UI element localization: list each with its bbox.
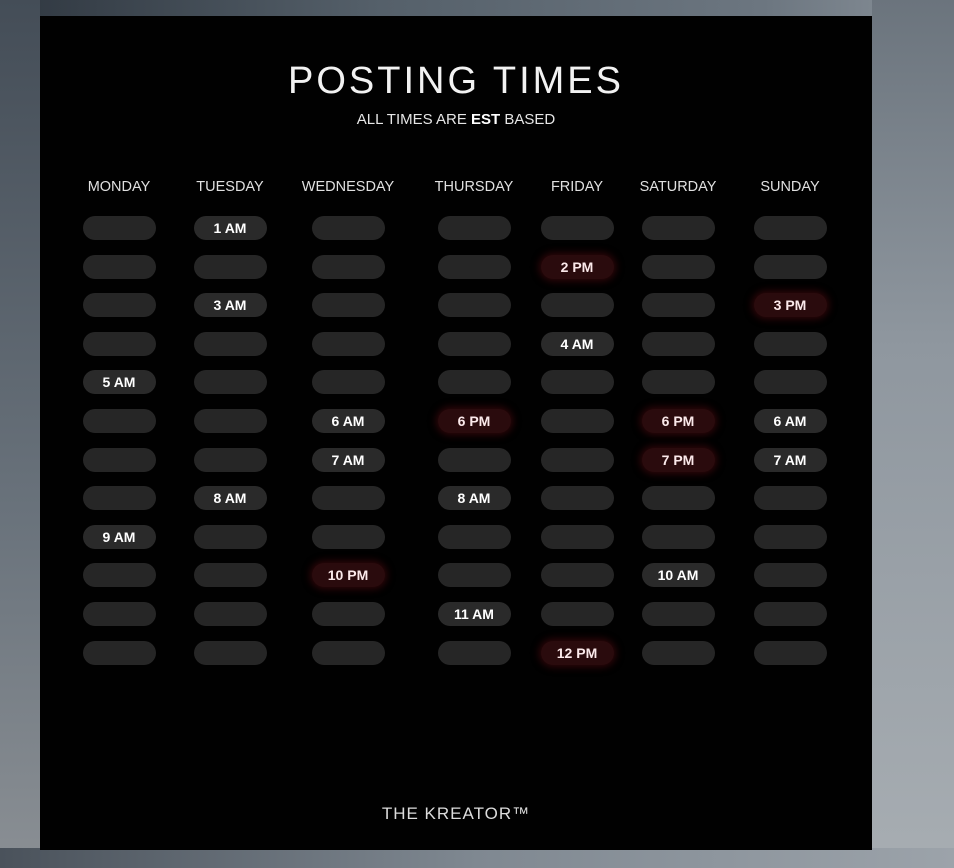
time-slot: 6 PM xyxy=(641,409,715,433)
empty-slot xyxy=(641,254,715,279)
time-slot: 1 AM xyxy=(193,216,267,240)
empty-slot xyxy=(82,409,156,433)
empty-slot xyxy=(311,370,385,395)
empty-slot xyxy=(641,640,715,665)
empty-slot xyxy=(311,331,385,356)
empty-slot xyxy=(82,486,156,511)
timezone-note-suffix: BASED xyxy=(504,111,556,128)
empty-slot xyxy=(311,486,385,511)
day-label-sunday: SUNDAY xyxy=(760,179,820,195)
empty-slot xyxy=(437,216,511,240)
time-slot: 5 AM xyxy=(82,370,156,395)
background-left xyxy=(0,0,40,868)
empty-slot xyxy=(540,486,614,511)
time-slot: 3 PM xyxy=(753,293,827,318)
empty-slot xyxy=(753,254,827,279)
empty-slot xyxy=(82,293,156,318)
empty-slot xyxy=(641,602,715,626)
empty-slot xyxy=(193,254,267,279)
empty-slot xyxy=(311,293,385,318)
empty-slot xyxy=(193,370,267,395)
brand-footer: THE KREATOR™ xyxy=(381,804,531,823)
time-slot: 4 AM xyxy=(540,331,614,356)
empty-slot xyxy=(540,216,614,240)
empty-slot xyxy=(540,602,614,626)
empty-slot xyxy=(753,370,827,395)
empty-slot xyxy=(540,409,614,433)
background-top xyxy=(0,0,954,16)
empty-slot xyxy=(193,447,267,472)
empty-slot xyxy=(540,563,614,588)
empty-slot xyxy=(311,602,385,626)
time-slot: 11 AM xyxy=(437,602,511,626)
page-title: POSTING TIMES xyxy=(287,60,624,102)
time-slot: 10 PM xyxy=(311,563,385,588)
empty-slot xyxy=(641,293,715,318)
empty-slot xyxy=(540,293,614,318)
empty-slot xyxy=(753,640,827,665)
time-slot: 6 PM xyxy=(437,409,511,433)
empty-slot xyxy=(311,524,385,549)
time-slot: 7 PM xyxy=(641,447,715,472)
empty-slot xyxy=(437,254,511,279)
time-slot: 7 AM xyxy=(753,447,827,472)
empty-slot xyxy=(311,254,385,279)
empty-slot xyxy=(437,524,511,549)
time-slot: 8 AM xyxy=(193,486,267,511)
empty-slot xyxy=(437,370,511,395)
empty-slot xyxy=(193,602,267,626)
empty-slot xyxy=(753,486,827,511)
empty-slot xyxy=(193,409,267,433)
empty-slot xyxy=(82,216,156,240)
empty-slot xyxy=(641,216,715,240)
timezone-note-prefix: ALL TIMES ARE xyxy=(356,111,467,128)
empty-slot xyxy=(82,447,156,472)
empty-slot xyxy=(540,370,614,395)
empty-slot xyxy=(540,447,614,472)
empty-slot xyxy=(82,254,156,279)
posting-times-card: POSTING TIMES ALL TIMES ARE EST BASED MO… xyxy=(40,16,872,850)
empty-slot xyxy=(641,524,715,549)
empty-slot xyxy=(82,563,156,588)
empty-slot xyxy=(540,524,614,549)
empty-slot xyxy=(82,640,156,665)
time-slot: 9 AM xyxy=(82,524,156,549)
empty-slot xyxy=(437,563,511,588)
background-bottom xyxy=(0,848,954,868)
time-slot: 8 AM xyxy=(437,486,511,511)
empty-slot xyxy=(753,216,827,240)
timezone-note-emphasis: EST xyxy=(471,111,501,128)
empty-slot xyxy=(641,331,715,356)
time-slot: 10 AM xyxy=(641,563,715,588)
empty-slot xyxy=(641,486,715,511)
empty-slot xyxy=(311,640,385,665)
empty-slot xyxy=(641,370,715,395)
time-slot: 6 AM xyxy=(311,409,385,433)
empty-slot xyxy=(311,216,385,240)
time-slot: 3 AM xyxy=(193,293,267,318)
empty-slot xyxy=(753,563,827,588)
empty-slot xyxy=(437,331,511,356)
empty-slot xyxy=(193,524,267,549)
time-slot: 6 AM xyxy=(753,409,827,433)
time-slot: 2 PM xyxy=(540,254,614,279)
empty-slot xyxy=(753,331,827,356)
empty-slot xyxy=(193,640,267,665)
timezone-note: ALL TIMES ARE EST BASED xyxy=(40,111,872,128)
empty-slot xyxy=(437,447,511,472)
empty-slot xyxy=(437,640,511,665)
empty-slot xyxy=(82,331,156,356)
empty-slot xyxy=(82,602,156,626)
empty-slot xyxy=(437,293,511,318)
empty-slot xyxy=(753,602,827,626)
empty-slot xyxy=(193,563,267,588)
background-right xyxy=(872,0,954,868)
time-slot: 12 PM xyxy=(540,640,614,665)
time-slot: 7 AM xyxy=(311,447,385,472)
empty-slot xyxy=(753,524,827,549)
empty-slot xyxy=(193,331,267,356)
